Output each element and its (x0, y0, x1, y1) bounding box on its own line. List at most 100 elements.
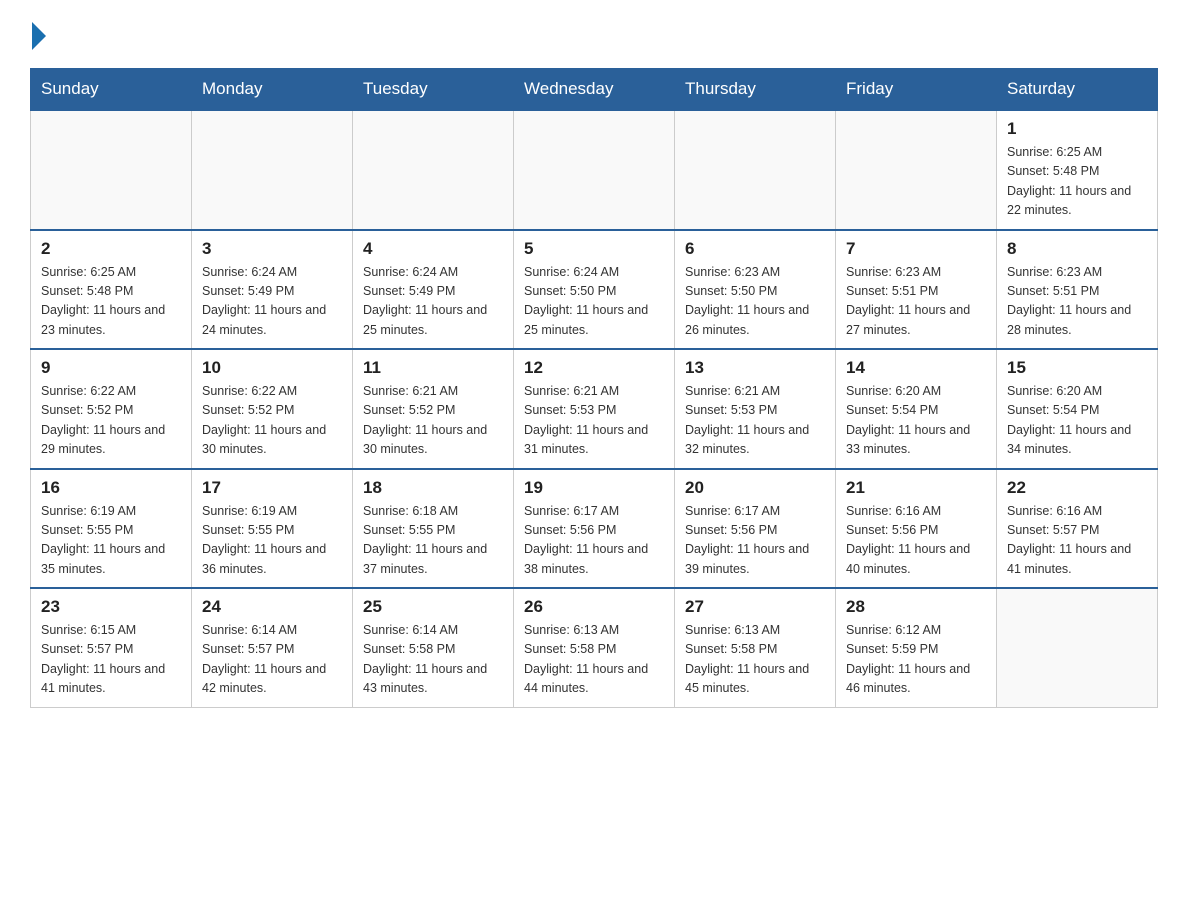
day-number: 18 (363, 478, 503, 498)
day-of-week-header: Thursday (675, 69, 836, 111)
day-number: 17 (202, 478, 342, 498)
calendar-cell: 5 Sunrise: 6:24 AM Sunset: 5:50 PM Daylig… (514, 230, 675, 350)
day-of-week-header: Saturday (997, 69, 1158, 111)
day-number: 6 (685, 239, 825, 259)
calendar-cell: 13 Sunrise: 6:21 AM Sunset: 5:53 PM Dayli… (675, 349, 836, 469)
day-number: 23 (41, 597, 181, 617)
day-number: 21 (846, 478, 986, 498)
day-number: 24 (202, 597, 342, 617)
calendar-cell: 12 Sunrise: 6:21 AM Sunset: 5:53 PM Dayli… (514, 349, 675, 469)
day-number: 22 (1007, 478, 1147, 498)
day-number: 5 (524, 239, 664, 259)
day-info: Sunrise: 6:13 AM Sunset: 5:58 PM Dayligh… (685, 621, 825, 699)
day-info: Sunrise: 6:24 AM Sunset: 5:49 PM Dayligh… (202, 263, 342, 341)
calendar-cell (514, 110, 675, 230)
day-info: Sunrise: 6:16 AM Sunset: 5:57 PM Dayligh… (1007, 502, 1147, 580)
day-info: Sunrise: 6:20 AM Sunset: 5:54 PM Dayligh… (1007, 382, 1147, 460)
day-number: 19 (524, 478, 664, 498)
day-number: 12 (524, 358, 664, 378)
day-info: Sunrise: 6:20 AM Sunset: 5:54 PM Dayligh… (846, 382, 986, 460)
calendar-cell: 23 Sunrise: 6:15 AM Sunset: 5:57 PM Dayli… (31, 588, 192, 707)
day-number: 7 (846, 239, 986, 259)
day-number: 25 (363, 597, 503, 617)
day-info: Sunrise: 6:24 AM Sunset: 5:49 PM Dayligh… (363, 263, 503, 341)
day-info: Sunrise: 6:14 AM Sunset: 5:58 PM Dayligh… (363, 621, 503, 699)
calendar-cell: 2Sunrise: 6:25 AM Sunset: 5:48 PM Daylig… (31, 230, 192, 350)
day-of-week-header: Monday (192, 69, 353, 111)
day-info: Sunrise: 6:18 AM Sunset: 5:55 PM Dayligh… (363, 502, 503, 580)
calendar-week-row: 1 Sunrise: 6:25 AM Sunset: 5:48 PM Daylig… (31, 110, 1158, 230)
day-number: 26 (524, 597, 664, 617)
calendar-cell (836, 110, 997, 230)
calendar-cell: 22 Sunrise: 6:16 AM Sunset: 5:57 PM Dayli… (997, 469, 1158, 589)
calendar-cell (31, 110, 192, 230)
calendar-cell: 20 Sunrise: 6:17 AM Sunset: 5:56 PM Dayli… (675, 469, 836, 589)
calendar-cell: 11 Sunrise: 6:21 AM Sunset: 5:52 PM Dayli… (353, 349, 514, 469)
day-info: Sunrise: 6:21 AM Sunset: 5:52 PM Dayligh… (363, 382, 503, 460)
calendar-cell (675, 110, 836, 230)
calendar-cell: 28 Sunrise: 6:12 AM Sunset: 5:59 PM Dayli… (836, 588, 997, 707)
day-info: Sunrise: 6:17 AM Sunset: 5:56 PM Dayligh… (524, 502, 664, 580)
day-number: 2 (41, 239, 181, 259)
day-number: 28 (846, 597, 986, 617)
calendar-cell (997, 588, 1158, 707)
calendar-cell: 10 Sunrise: 6:22 AM Sunset: 5:52 PM Dayli… (192, 349, 353, 469)
day-number: 27 (685, 597, 825, 617)
day-of-week-header: Sunday (31, 69, 192, 111)
day-info: Sunrise: 6:15 AM Sunset: 5:57 PM Dayligh… (41, 621, 181, 699)
day-info: Sunrise: 6:24 AM Sunset: 5:50 PM Dayligh… (524, 263, 664, 341)
day-info: Sunrise: 6:23 AM Sunset: 5:50 PM Dayligh… (685, 263, 825, 341)
day-info: Sunrise: 6:22 AM Sunset: 5:52 PM Dayligh… (41, 382, 181, 460)
logo (30, 20, 46, 50)
day-of-week-header: Wednesday (514, 69, 675, 111)
calendar-cell: 17 Sunrise: 6:19 AM Sunset: 5:55 PM Dayli… (192, 469, 353, 589)
calendar-cell: 16 Sunrise: 6:19 AM Sunset: 5:55 PM Dayli… (31, 469, 192, 589)
day-number: 11 (363, 358, 503, 378)
day-info: Sunrise: 6:17 AM Sunset: 5:56 PM Dayligh… (685, 502, 825, 580)
day-info: Sunrise: 6:22 AM Sunset: 5:52 PM Dayligh… (202, 382, 342, 460)
calendar-cell: 6 Sunrise: 6:23 AM Sunset: 5:50 PM Daylig… (675, 230, 836, 350)
day-info: Sunrise: 6:19 AM Sunset: 5:55 PM Dayligh… (41, 502, 181, 580)
day-info: Sunrise: 6:13 AM Sunset: 5:58 PM Dayligh… (524, 621, 664, 699)
calendar-cell: 15 Sunrise: 6:20 AM Sunset: 5:54 PM Dayli… (997, 349, 1158, 469)
calendar-cell: 3 Sunrise: 6:24 AM Sunset: 5:49 PM Daylig… (192, 230, 353, 350)
calendar-table: SundayMondayTuesdayWednesdayThursdayFrid… (30, 68, 1158, 708)
page-header (30, 20, 1158, 50)
day-info: Sunrise: 6:21 AM Sunset: 5:53 PM Dayligh… (524, 382, 664, 460)
day-info: Sunrise: 6:16 AM Sunset: 5:56 PM Dayligh… (846, 502, 986, 580)
day-number: 4 (363, 239, 503, 259)
day-info: Sunrise: 6:25 AM Sunset: 5:48 PM Dayligh… (1007, 143, 1147, 221)
calendar-cell: 1 Sunrise: 6:25 AM Sunset: 5:48 PM Daylig… (997, 110, 1158, 230)
day-number: 1 (1007, 119, 1147, 139)
day-of-week-header: Tuesday (353, 69, 514, 111)
calendar-cell: 4 Sunrise: 6:24 AM Sunset: 5:49 PM Daylig… (353, 230, 514, 350)
calendar-cell: 21 Sunrise: 6:16 AM Sunset: 5:56 PM Dayli… (836, 469, 997, 589)
day-number: 13 (685, 358, 825, 378)
day-number: 10 (202, 358, 342, 378)
calendar-cell: 14 Sunrise: 6:20 AM Sunset: 5:54 PM Dayli… (836, 349, 997, 469)
day-info: Sunrise: 6:19 AM Sunset: 5:55 PM Dayligh… (202, 502, 342, 580)
calendar-cell: 25 Sunrise: 6:14 AM Sunset: 5:58 PM Dayli… (353, 588, 514, 707)
calendar-header-row: SundayMondayTuesdayWednesdayThursdayFrid… (31, 69, 1158, 111)
calendar-cell (192, 110, 353, 230)
day-number: 15 (1007, 358, 1147, 378)
day-number: 20 (685, 478, 825, 498)
day-number: 14 (846, 358, 986, 378)
calendar-week-row: 9 Sunrise: 6:22 AM Sunset: 5:52 PM Daylig… (31, 349, 1158, 469)
day-number: 16 (41, 478, 181, 498)
day-number: 3 (202, 239, 342, 259)
day-info: Sunrise: 6:21 AM Sunset: 5:53 PM Dayligh… (685, 382, 825, 460)
logo-arrow-icon (32, 22, 46, 50)
calendar-cell: 19 Sunrise: 6:17 AM Sunset: 5:56 PM Dayli… (514, 469, 675, 589)
day-number: 8 (1007, 239, 1147, 259)
calendar-cell: 24Sunrise: 6:14 AM Sunset: 5:57 PM Dayli… (192, 588, 353, 707)
day-number: 9 (41, 358, 181, 378)
calendar-cell: 7 Sunrise: 6:23 AM Sunset: 5:51 PM Daylig… (836, 230, 997, 350)
calendar-cell: 18 Sunrise: 6:18 AM Sunset: 5:55 PM Dayli… (353, 469, 514, 589)
calendar-week-row: 2Sunrise: 6:25 AM Sunset: 5:48 PM Daylig… (31, 230, 1158, 350)
day-info: Sunrise: 6:12 AM Sunset: 5:59 PM Dayligh… (846, 621, 986, 699)
calendar-cell: 8 Sunrise: 6:23 AM Sunset: 5:51 PM Daylig… (997, 230, 1158, 350)
day-info: Sunrise: 6:23 AM Sunset: 5:51 PM Dayligh… (846, 263, 986, 341)
calendar-week-row: 16 Sunrise: 6:19 AM Sunset: 5:55 PM Dayli… (31, 469, 1158, 589)
day-info: Sunrise: 6:23 AM Sunset: 5:51 PM Dayligh… (1007, 263, 1147, 341)
